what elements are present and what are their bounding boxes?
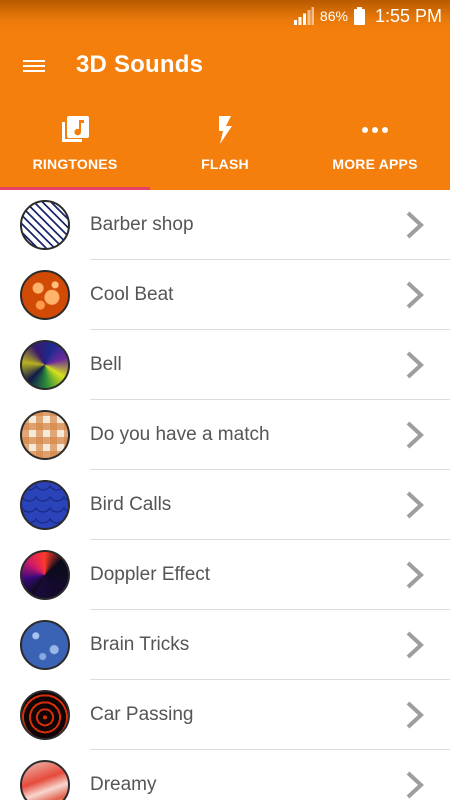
sound-thumbnail	[20, 480, 70, 530]
sound-name: Bird Calls	[90, 494, 172, 515]
chevron-right-icon	[406, 701, 424, 729]
list-item-car-passing[interactable]: Car Passing	[0, 680, 450, 750]
tab-ringtones[interactable]: RINGTONES	[0, 100, 150, 190]
sound-name: Dreamy	[90, 774, 157, 795]
chevron-right-icon	[406, 421, 424, 449]
sound-thumbnail	[20, 410, 70, 460]
chevron-right-icon	[406, 351, 424, 379]
chevron-right-icon	[406, 491, 424, 519]
battery-percent: 86%	[319, 8, 348, 24]
ringtone-list: Barber shop Cool Beat Bell Do you have a…	[0, 190, 450, 800]
sound-thumbnail	[20, 760, 70, 800]
status-clock: 1:55 PM	[374, 5, 442, 26]
signal-bars-icon	[293, 7, 314, 25]
list-item-dreamy[interactable]: Dreamy	[0, 750, 450, 800]
sound-thumbnail	[20, 340, 70, 390]
list-item-bell[interactable]: Bell	[0, 330, 450, 400]
sound-thumbnail	[20, 200, 70, 250]
sound-name: Car Passing	[90, 704, 194, 725]
sound-thumbnail	[20, 550, 70, 600]
battery-icon	[353, 7, 365, 25]
tab-label: MORE APPS	[332, 156, 418, 172]
status-bar: 86% 1:55 PM	[0, 0, 450, 32]
status-indicators: 86% 1:55 PM	[293, 5, 442, 27]
flash-icon	[219, 116, 232, 144]
list-item-do-you-have-a-match[interactable]: Do you have a match	[0, 400, 450, 470]
list-item-doppler-effect[interactable]: Doppler Effect	[0, 540, 450, 610]
sound-thumbnail	[20, 690, 70, 740]
tab-label: FLASH	[201, 156, 249, 172]
more-dots-icon	[362, 127, 388, 133]
tab-label: RINGTONES	[32, 156, 118, 172]
chevron-right-icon	[406, 281, 424, 309]
tab-flash[interactable]: FLASH	[150, 100, 300, 190]
sound-thumbnail	[20, 620, 70, 670]
sound-name: Cool Beat	[90, 284, 174, 305]
chevron-right-icon	[406, 211, 424, 239]
sound-name: Brain Tricks	[90, 634, 190, 655]
list-item-brain-tricks[interactable]: Brain Tricks	[0, 610, 450, 680]
chevron-right-icon	[406, 771, 424, 799]
app-title: 3D Sounds	[76, 51, 204, 78]
sound-name: Barber shop	[90, 214, 194, 235]
list-item-bird-calls[interactable]: Bird Calls	[0, 470, 450, 540]
list-item-barber-shop[interactable]: Barber shop	[0, 190, 450, 260]
sound-name: Bell	[90, 354, 122, 375]
music-library-icon	[62, 116, 89, 142]
tab-more-apps[interactable]: MORE APPS	[300, 100, 450, 190]
app-bar: 3D Sounds	[0, 32, 450, 100]
list-item-cool-beat[interactable]: Cool Beat	[0, 260, 450, 330]
tab-bar: RINGTONES FLASH MORE APPS	[0, 100, 450, 190]
hamburger-menu-icon[interactable]	[20, 53, 48, 79]
sound-name: Do you have a match	[90, 424, 270, 445]
chevron-right-icon	[406, 631, 424, 659]
sound-name: Doppler Effect	[90, 564, 211, 585]
chevron-right-icon	[406, 561, 424, 589]
sound-thumbnail	[20, 270, 70, 320]
